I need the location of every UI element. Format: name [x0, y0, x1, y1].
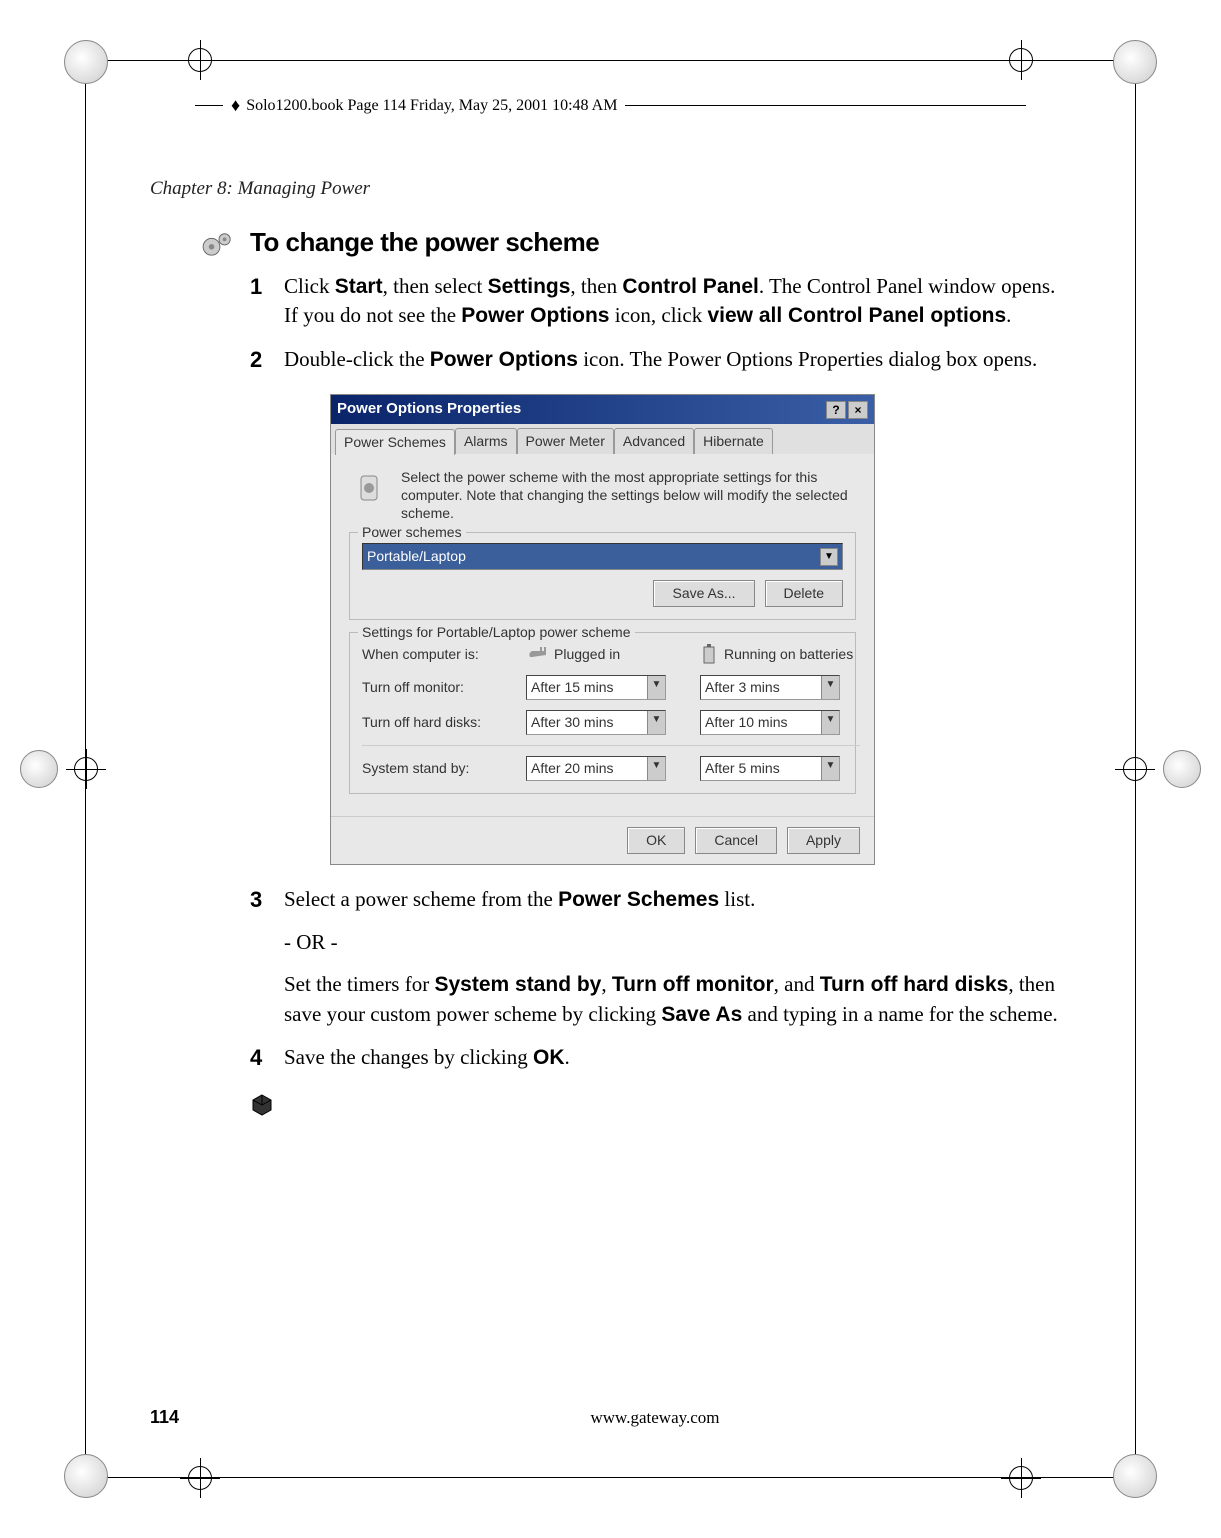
- when-label: When computer is:: [362, 645, 512, 664]
- apply-button[interactable]: Apply: [787, 827, 860, 854]
- registration-circle: [64, 1454, 108, 1498]
- dialog-info: Select the power scheme with the most ap…: [401, 468, 856, 523]
- disks-ac-select[interactable]: After 30 mins▼: [526, 710, 666, 735]
- disks-dc-select[interactable]: After 10 mins▼: [700, 710, 840, 735]
- monitor-ac-select[interactable]: After 15 mins▼: [526, 675, 666, 700]
- monitor-label: Turn off monitor:: [362, 678, 512, 697]
- cube-icon: [250, 1093, 274, 1117]
- chevron-down-icon: ▼: [647, 757, 665, 780]
- target-mark: [1001, 1458, 1041, 1498]
- delete-button[interactable]: Delete: [765, 580, 843, 607]
- step-number: 1: [250, 272, 284, 331]
- crop-line: [85, 60, 1136, 61]
- page-footer: 114 www.gateway.com: [150, 1407, 1071, 1428]
- settings-fieldset: Settings for Portable/Laptop power schem…: [349, 632, 856, 794]
- step-number: 3: [250, 885, 284, 1029]
- help-button[interactable]: ?: [826, 401, 846, 419]
- chevron-down-icon: ▼: [820, 548, 838, 566]
- plugged-in-header: Plugged in: [526, 643, 686, 665]
- target-mark: [1001, 40, 1041, 80]
- battery-icon: [700, 643, 718, 665]
- scheme-value: Portable/Laptop: [367, 547, 466, 566]
- target-mark: [180, 40, 220, 80]
- tab-power-schemes[interactable]: Power Schemes: [335, 429, 455, 455]
- step-4: 4 Save the changes by clicking OK.: [250, 1043, 1071, 1073]
- registration-circle: [1163, 750, 1201, 788]
- dialog-title: Power Options Properties: [337, 399, 824, 419]
- book-meta-line: ♦ Solo1200.book Page 114 Friday, May 25,…: [195, 95, 1026, 116]
- step-number: 4: [250, 1043, 284, 1073]
- step-2: 2 Double-click the Power Options icon. T…: [250, 345, 1071, 375]
- fieldset-legend: Settings for Portable/Laptop power schem…: [358, 623, 635, 642]
- book-meta: Solo1200.book Page 114 Friday, May 25, 2…: [246, 97, 617, 115]
- target-mark: [180, 1458, 220, 1498]
- standby-dc-select[interactable]: After 5 mins▼: [700, 756, 840, 781]
- step-3: 3 Select a power scheme from the Power S…: [250, 885, 1071, 1029]
- pilcrow-icon: ♦: [231, 95, 240, 116]
- dialog-footer: OK Cancel Apply: [331, 816, 874, 864]
- dialog-titlebar: Power Options Properties ? ×: [331, 395, 874, 423]
- scheme-dropdown[interactable]: Portable/Laptop ▼: [362, 543, 843, 570]
- tab-power-meter[interactable]: Power Meter: [517, 428, 614, 454]
- plug-icon: [526, 643, 548, 665]
- registration-circle: [1113, 1454, 1157, 1498]
- chevron-down-icon: ▼: [647, 676, 665, 699]
- dialog-tabs: Power Schemes Alarms Power Meter Advance…: [331, 424, 874, 454]
- target-mark: [66, 749, 106, 789]
- target-mark: [1115, 749, 1155, 789]
- registration-circle: [64, 40, 108, 84]
- chevron-down-icon: ▼: [647, 711, 665, 734]
- step-1: 1 Click Start, then select Settings, the…: [250, 272, 1071, 331]
- standby-ac-select[interactable]: After 20 mins▼: [526, 756, 666, 781]
- power-icon: [349, 468, 389, 508]
- save-as-button[interactable]: Save As...: [653, 580, 754, 607]
- page-number: 114: [150, 1407, 179, 1428]
- tab-alarms[interactable]: Alarms: [455, 428, 517, 454]
- power-schemes-fieldset: Power schemes Portable/Laptop ▼ Save As.…: [349, 532, 856, 620]
- ok-button[interactable]: OK: [627, 827, 685, 854]
- chevron-down-icon: ▼: [821, 676, 839, 699]
- running-head: Chapter 8: Managing Power: [150, 178, 370, 200]
- chevron-down-icon: ▼: [821, 711, 839, 734]
- fieldset-legend: Power schemes: [358, 523, 466, 542]
- section-title: To change the power scheme: [250, 225, 1071, 260]
- footer-url: www.gateway.com: [239, 1408, 1071, 1428]
- batteries-header: Running on batteries: [700, 643, 860, 665]
- disks-label: Turn off hard disks:: [362, 713, 512, 732]
- cancel-button[interactable]: Cancel: [695, 827, 777, 854]
- tab-advanced[interactable]: Advanced: [614, 428, 694, 454]
- or-divider: - OR -: [284, 928, 1071, 956]
- close-button[interactable]: ×: [848, 401, 868, 419]
- registration-circle: [1113, 40, 1157, 84]
- monitor-dc-select[interactable]: After 3 mins▼: [700, 675, 840, 700]
- dialog-screenshot: Power Options Properties ? × Power Schem…: [330, 394, 875, 864]
- crop-line: [85, 1477, 1136, 1478]
- tab-hibernate[interactable]: Hibernate: [694, 428, 773, 454]
- registration-circle: [20, 750, 58, 788]
- step-number: 2: [250, 345, 284, 375]
- chevron-down-icon: ▼: [821, 757, 839, 780]
- standby-label: System stand by:: [362, 759, 512, 778]
